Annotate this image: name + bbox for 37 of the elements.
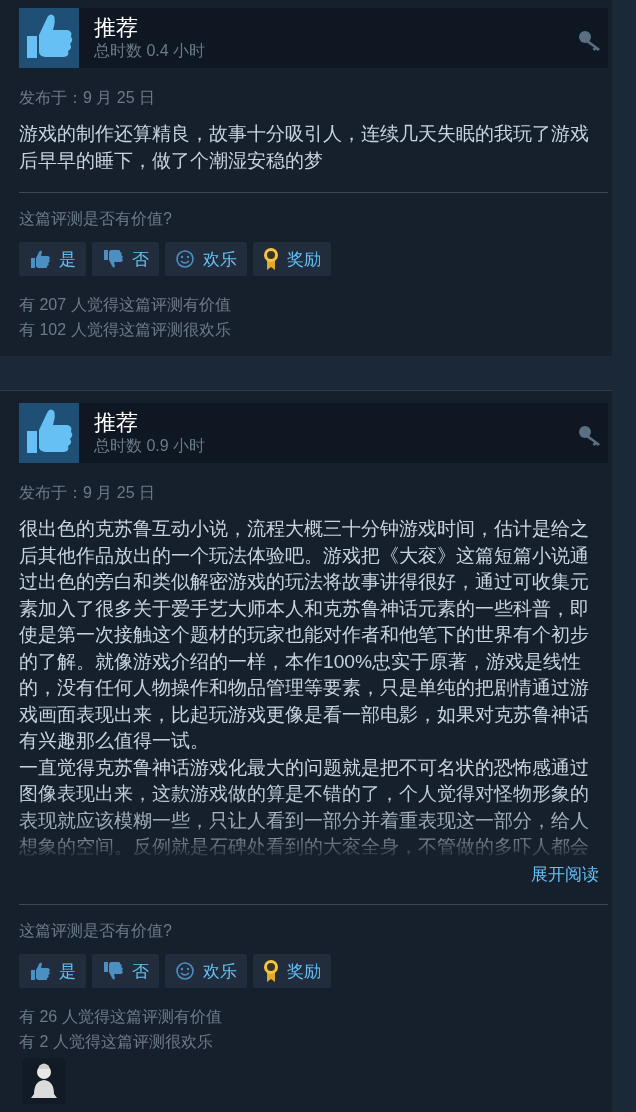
thumbs-down-icon [102, 249, 124, 269]
helpful-question: 这篇评测是否有价值? [19, 921, 173, 941]
yes-button[interactable]: 是 [19, 954, 86, 988]
review-paragraph: 游戏的制作还算精良，故事十分吸引人，连续几天失眠的我玩了游戏后早早的睡下，做了个潮湿安稳的梦 [19, 122, 590, 173]
funny-button[interactable]: 欢乐 [165, 954, 247, 988]
award-icon [263, 247, 279, 271]
award-button[interactable]: 奖励 [253, 242, 331, 276]
thumbs-up-icon [19, 403, 79, 463]
thumbs-up-icon [29, 249, 51, 269]
key-icon [578, 425, 602, 447]
posted-date: 发布于：9 月 25 日 [19, 88, 157, 108]
smiley-icon [175, 961, 195, 981]
posted-date: 发布于：9 月 25 日 [19, 483, 157, 503]
funny-button[interactable]: 欢乐 [165, 242, 247, 276]
playtime-text: 总时数 0.4 小时 [94, 41, 207, 61]
award-icon [263, 959, 279, 983]
helpful-question: 这篇评测是否有价值? [19, 209, 173, 229]
playtime-text: 总时数 0.9 小时 [94, 436, 207, 456]
thumbs-down-icon [102, 961, 124, 981]
review-paragraph: 一直觉得克苏鲁神话游戏化最大的问题就是把不可名状的恐怖感通过图像表现出来，这款游戏做的算是不错的了，个人觉得对怪物形象的表现就应该模糊一些，只让人看到一部分并着重表现这一部分，给人想象的空间。反例就是石碑处看到的大衮全身，不管做的多吓人都会 [19, 755, 590, 859]
bust-icon [22, 1058, 66, 1104]
no-button[interactable]: 否 [92, 954, 159, 988]
key-icon [578, 30, 602, 52]
review-paragraph: 很出色的克苏鲁互动小说，流程大概三十分钟游戏时间，估计是给之后其他作品放出的一个玩法体验吧。游戏把《大衮》这篇短篇小说通过出色的旁白和类似解密游戏的玩法将故事讲得很好，通过可收集元素加入了很多关于爱手艺大师本人和克苏鲁神话元素的一些科普，即使是第一次接触这个题材的玩家也能对作者和他笔下的世界有个初步的了解。就像游戏介绍的一样，本作100%忠实于原著，游戏是线性的，没有任何人物操作和物品管理等要素，只是单纯的把剧情通过游戏画面表现出来，比起玩游戏更像是看一部电影，如果对克苏鲁神话有兴趣那么值得一试。 [19, 517, 590, 753]
read-more-link[interactable]: 展开阅读 [531, 863, 599, 886]
recommendation-title: 推荐 [94, 15, 139, 41]
thumbs-up-icon [19, 8, 79, 68]
award-button[interactable]: 奖励 [253, 954, 331, 988]
yes-button[interactable]: 是 [19, 242, 86, 276]
vote-count-text: 有 2 人觉得这篇评测很欢乐 [19, 1032, 214, 1052]
no-button[interactable]: 否 [92, 242, 159, 276]
recommendation-title: 推荐 [94, 410, 139, 436]
vote-count-text: 有 207 人觉得这篇评测有价值 [19, 295, 232, 315]
vote-count-text: 有 102 人觉得这篇评测很欢乐 [19, 320, 232, 340]
vote-count-text: 有 26 人觉得这篇评测有价值 [19, 1007, 223, 1027]
thumbs-up-icon [29, 961, 51, 981]
smiley-icon [175, 249, 195, 269]
